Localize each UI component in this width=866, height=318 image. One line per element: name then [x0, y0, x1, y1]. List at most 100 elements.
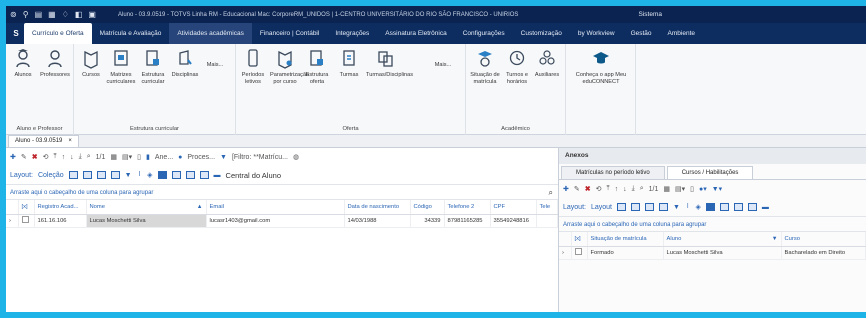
- col-nascimento[interactable]: Data de nascimento: [344, 200, 411, 215]
- filter-clear-icon[interactable]: ◍: [293, 153, 299, 161]
- view-horizontal-icon[interactable]: [733, 203, 743, 211]
- layout-select[interactable]: Layout: [591, 204, 612, 211]
- view-split-icon[interactable]: [171, 171, 181, 179]
- filter-funnel-icon[interactable]: ▼: [125, 172, 132, 179]
- next-icon[interactable]: ↓: [623, 186, 627, 193]
- calc-icon[interactable]: ▣: [88, 10, 96, 19]
- tab-assinatura-eletronica[interactable]: Assinatura Eletrônica: [377, 23, 454, 44]
- tag-icon[interactable]: ◈: [147, 171, 152, 179]
- first-icon[interactable]: ⤒: [54, 153, 57, 161]
- edit-icon[interactable]: ✎: [574, 185, 580, 193]
- auxiliares-button[interactable]: Auxiliares: [532, 48, 562, 79]
- pin-icon[interactable]: ⏽: [685, 203, 691, 211]
- save-icon[interactable]: ▤: [35, 10, 43, 19]
- col-cpf[interactable]: CPF: [490, 200, 537, 215]
- group-by-area[interactable]: Arraste aqui o cabeçalho de uma coluna p…: [6, 184, 558, 200]
- tab-atividades-academicas[interactable]: Atividades acadêmicas: [169, 23, 252, 44]
- view-split-icon[interactable]: [719, 203, 729, 211]
- pin-icon[interactable]: ⏽: [137, 171, 143, 179]
- tab-ambiente[interactable]: Ambiente: [660, 23, 703, 44]
- book-icon[interactable]: ◧: [75, 10, 83, 19]
- report-icon[interactable]: ▤▾: [675, 185, 685, 193]
- layout-save-icon[interactable]: [617, 203, 626, 211]
- group-by-area[interactable]: Arraste aqui o cabeçalho de uma coluna p…: [559, 216, 866, 232]
- turnos-horarios-button[interactable]: Turnos e horários: [502, 48, 532, 85]
- estrutura-curricular-button[interactable]: Estrutura curricular: [138, 48, 168, 85]
- educonnect-button[interactable]: Conheça o app Meu eduCONNECT: [574, 48, 628, 85]
- doc-tab-aluno[interactable]: Aluno - 03.9.0519 ×: [8, 135, 79, 147]
- col-tele[interactable]: Tele: [536, 200, 558, 215]
- cursos-button[interactable]: Cursos: [76, 48, 106, 79]
- totvs-logo-icon[interactable]: ⊚: [10, 10, 17, 19]
- refresh-icon[interactable]: ⟲: [43, 153, 49, 161]
- parametrizacao-button[interactable]: Parametrização por curso: [270, 48, 309, 85]
- first-icon[interactable]: ⤒: [607, 185, 610, 193]
- col-telefone2[interactable]: Telefone 2: [444, 200, 491, 215]
- search-icon[interactable]: ⌕: [549, 185, 553, 201]
- table-row[interactable]: › 161.16.106 Lucas Moschetti Silva lucas…: [6, 214, 558, 228]
- view-single-icon[interactable]: [705, 203, 715, 211]
- next-icon[interactable]: ↓: [70, 154, 74, 161]
- layout-load-icon[interactable]: [631, 203, 640, 211]
- grid-icon[interactable]: ▦: [663, 185, 670, 193]
- print-icon[interactable]: ▯: [690, 185, 694, 193]
- layout-save-icon[interactable]: [68, 171, 78, 179]
- view-vertical-icon[interactable]: [199, 171, 209, 179]
- report-icon[interactable]: ▤▾: [122, 153, 132, 161]
- filter-dropdown[interactable]: [Filtro: **Matrícu...: [232, 154, 288, 161]
- process-dropdown[interactable]: Proces...: [187, 154, 215, 161]
- system-label[interactable]: Sistema: [639, 11, 662, 18]
- col-registro[interactable]: Registro Acad...: [34, 200, 87, 215]
- annex-dropdown[interactable]: Ane...: [155, 154, 173, 161]
- layout-reset-icon[interactable]: [659, 203, 668, 211]
- view-single-icon[interactable]: [157, 171, 167, 179]
- col-situacao[interactable]: Situação de matrícula: [587, 232, 664, 247]
- edit-icon[interactable]: ✎: [21, 153, 27, 161]
- situacao-matricula-button[interactable]: Situação de matrícula: [470, 48, 500, 85]
- layout-load-icon[interactable]: [82, 171, 92, 179]
- print-icon[interactable]: ▯: [137, 153, 141, 161]
- mais-curricular-button[interactable]: Mais...: [200, 62, 230, 69]
- layout-edit-icon[interactable]: [645, 203, 654, 211]
- tab-configuracoes[interactable]: Configurações: [455, 23, 513, 44]
- search-icon[interactable]: ⌕: [87, 153, 91, 161]
- close-icon[interactable]: ×: [68, 136, 72, 147]
- grid-icon[interactable]: ▦: [48, 10, 56, 19]
- tab-cursos-habilitacoes[interactable]: Cursos / Habilitações: [666, 166, 754, 179]
- view-horizontal-icon[interactable]: [185, 171, 195, 179]
- prev-icon[interactable]: ↑: [62, 154, 66, 161]
- last-icon[interactable]: ⤓: [79, 153, 82, 161]
- add-icon[interactable]: ✚: [10, 153, 16, 161]
- table-row[interactable]: › Formado Lucas Moschetti Silva Bacharel…: [559, 246, 866, 260]
- filter-funnel-icon[interactable]: ▼: [673, 204, 680, 211]
- tag-icon[interactable]: ◈: [695, 203, 700, 211]
- tab-curriculo-oferta[interactable]: Currículo e Oferta: [24, 23, 92, 44]
- col-codigo[interactable]: Código: [410, 200, 445, 215]
- row-checkbox[interactable]: [571, 246, 588, 260]
- last-icon[interactable]: ⤓: [632, 185, 635, 193]
- tab-customizacao[interactable]: Customização: [513, 23, 570, 44]
- tab-integracoes[interactable]: Integrações: [327, 23, 377, 44]
- estrutura-oferta-button[interactable]: Estrutura oferta: [302, 48, 332, 85]
- refresh-icon[interactable]: ⟲: [596, 185, 602, 193]
- tab-by-workview[interactable]: by Workview: [570, 23, 623, 44]
- tab-matriculas-periodo[interactable]: Matrículas no período letivo: [561, 166, 665, 179]
- grid-icon[interactable]: ▦: [110, 153, 117, 161]
- disciplinas-button[interactable]: Disciplinas: [170, 48, 200, 79]
- tab-financeiro-contabil[interactable]: Financeiro | Contábil: [252, 23, 328, 44]
- tab-matricula-avaliacao[interactable]: Matrícula e Avaliação: [92, 23, 170, 44]
- turmas-button[interactable]: Turmas: [334, 48, 364, 79]
- filter-icon[interactable]: ▼▾: [712, 185, 722, 193]
- periodos-letivos-button[interactable]: Períodos letivos: [238, 48, 268, 85]
- mais-oferta-button[interactable]: Mais...: [428, 62, 458, 69]
- delete-icon[interactable]: ✖: [32, 153, 38, 161]
- app-logo[interactable]: S: [8, 26, 24, 42]
- professores-button[interactable]: Professores: [40, 48, 70, 79]
- col-curso[interactable]: Curso: [781, 232, 866, 247]
- alunos-button[interactable]: Alunos: [8, 48, 38, 79]
- col-email[interactable]: Email: [206, 200, 345, 215]
- matrizes-button[interactable]: Matrizes curriculares: [106, 48, 136, 85]
- process-icon[interactable]: ●▾: [699, 185, 707, 193]
- layout-edit-icon[interactable]: [96, 171, 106, 179]
- view-vertical-icon[interactable]: [747, 203, 757, 211]
